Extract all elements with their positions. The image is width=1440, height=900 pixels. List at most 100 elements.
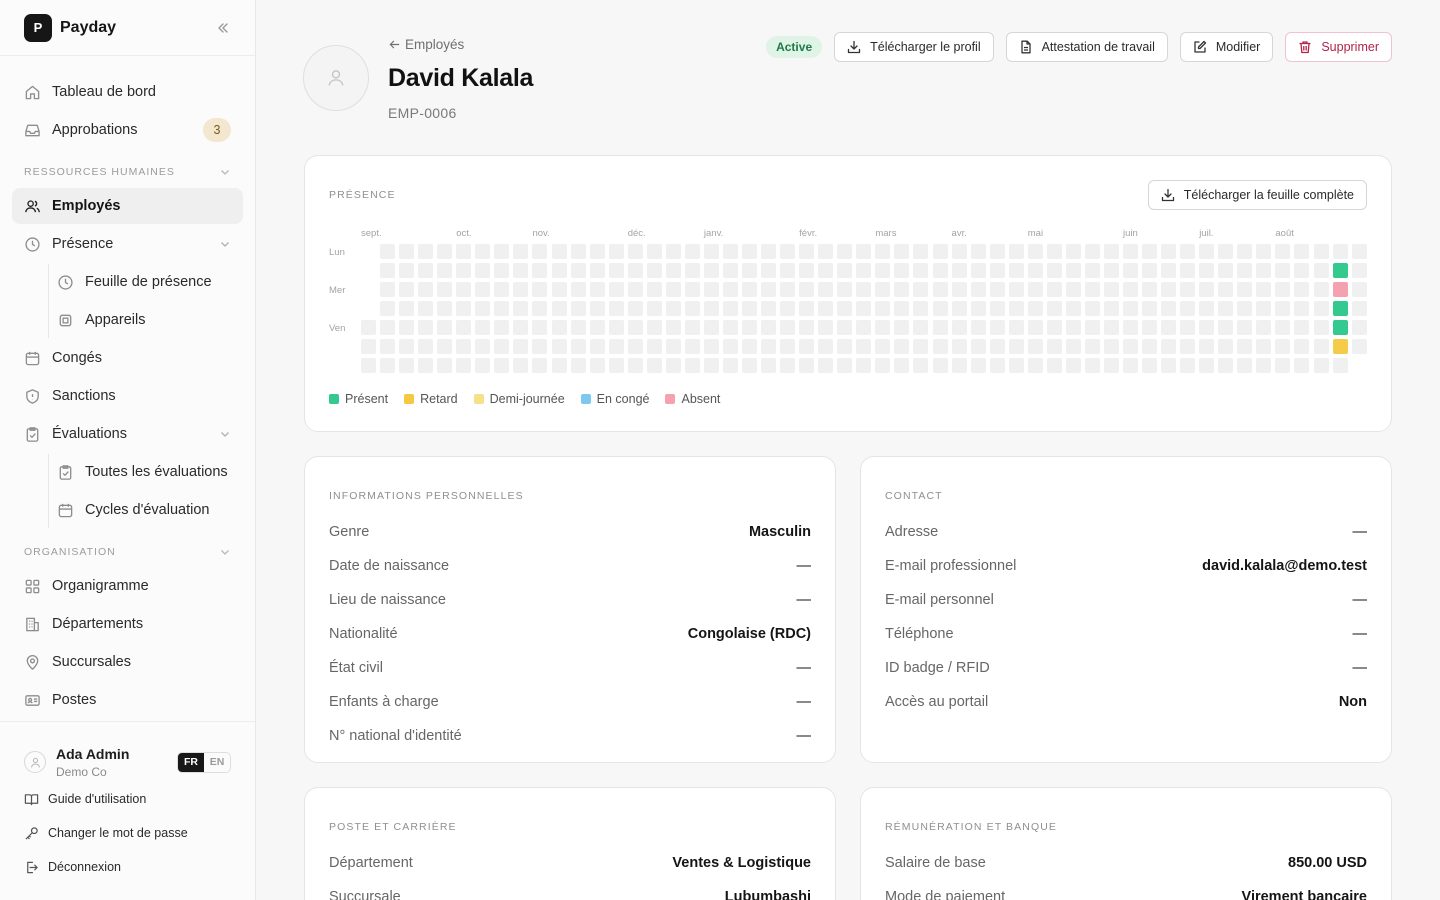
attendance-cell[interactable] xyxy=(1294,282,1310,298)
attendance-cell[interactable] xyxy=(1275,358,1291,374)
attendance-cell[interactable] xyxy=(513,301,529,317)
attendance-cell[interactable] xyxy=(1199,244,1215,259)
attendance-cell[interactable] xyxy=(646,263,662,279)
attendance-cell[interactable] xyxy=(818,320,834,336)
attendance-cell[interactable] xyxy=(932,358,948,374)
attendance-cell[interactable] xyxy=(1065,263,1081,279)
attendance-cell[interactable] xyxy=(722,263,738,279)
attendance-cell[interactable] xyxy=(1046,282,1062,298)
attendance-cell[interactable] xyxy=(627,244,643,259)
attendance-cell[interactable] xyxy=(456,301,472,317)
attendance-cell[interactable] xyxy=(1084,244,1100,259)
attendance-cell[interactable] xyxy=(665,244,681,259)
attendance-cell[interactable] xyxy=(1351,339,1367,355)
download-profile-button[interactable]: Télécharger le profil xyxy=(834,32,994,62)
attendance-cell[interactable] xyxy=(627,301,643,317)
attendance-cell[interactable] xyxy=(1065,282,1081,298)
attendance-cell[interactable] xyxy=(1008,244,1024,259)
attendance-cell[interactable] xyxy=(570,263,586,279)
attendance-cell[interactable] xyxy=(399,339,415,355)
attendance-cell[interactable] xyxy=(532,339,548,355)
attendance-cell[interactable] xyxy=(951,263,967,279)
sidebar-item-org-chart[interactable]: Organigramme xyxy=(12,568,243,604)
attendance-cell[interactable] xyxy=(494,358,510,374)
attendance-cell[interactable] xyxy=(951,320,967,336)
attendance-cell[interactable] xyxy=(380,358,396,374)
attendance-cell[interactable] xyxy=(856,339,872,355)
attendance-cell-present[interactable] xyxy=(1332,263,1348,279)
attendance-cell[interactable] xyxy=(513,282,529,298)
attendance-cell[interactable] xyxy=(703,282,719,298)
attendance-cell[interactable] xyxy=(608,301,624,317)
attendance-cell[interactable] xyxy=(1351,320,1367,336)
attendance-cell[interactable] xyxy=(1142,320,1158,336)
attendance-cell[interactable] xyxy=(1123,320,1138,336)
attendance-cell[interactable] xyxy=(703,244,719,259)
attendance-cell[interactable] xyxy=(1103,263,1119,279)
attendance-cell[interactable] xyxy=(399,320,415,336)
attendance-cell[interactable] xyxy=(1180,301,1196,317)
attendance-cell[interactable] xyxy=(665,282,681,298)
attendance-cell[interactable] xyxy=(1123,358,1138,374)
attendance-cell[interactable] xyxy=(684,263,700,279)
attendance-cell[interactable] xyxy=(1142,339,1158,355)
attendance-cell[interactable] xyxy=(1351,301,1367,317)
attendance-cell[interactable] xyxy=(437,282,453,298)
attendance-cell[interactable] xyxy=(1046,339,1062,355)
guide-link[interactable]: Guide d'utilisation xyxy=(24,782,231,816)
attendance-cell[interactable] xyxy=(475,320,491,336)
attendance-cell[interactable] xyxy=(799,320,815,336)
attendance-cell[interactable] xyxy=(970,320,986,336)
attendance-cell[interactable] xyxy=(589,263,605,279)
attendance-cell[interactable] xyxy=(456,282,472,298)
attendance-cell[interactable] xyxy=(646,282,662,298)
attendance-cell[interactable] xyxy=(799,301,815,317)
attendance-cell[interactable] xyxy=(837,263,853,279)
attendance-cell[interactable] xyxy=(418,244,434,259)
attendance-cell[interactable] xyxy=(1237,282,1253,298)
attendance-cell[interactable] xyxy=(1256,244,1272,259)
attendance-cell[interactable] xyxy=(818,358,834,374)
attendance-cell-late[interactable] xyxy=(1332,339,1348,355)
attendance-cell[interactable] xyxy=(913,320,929,336)
attendance-cell[interactable] xyxy=(532,263,548,279)
attendance-cell[interactable] xyxy=(1199,301,1215,317)
attendance-cell[interactable] xyxy=(1199,358,1215,374)
attendance-cell[interactable] xyxy=(437,244,453,259)
attendance-cell[interactable] xyxy=(494,282,510,298)
attendance-cell[interactable] xyxy=(1218,358,1234,374)
attendance-cell[interactable] xyxy=(742,358,757,374)
lang-fr-button[interactable]: FR xyxy=(178,752,204,772)
sidebar-item-presence[interactable]: Présence xyxy=(12,226,243,262)
attendance-cell[interactable] xyxy=(1218,339,1234,355)
attendance-cell[interactable] xyxy=(951,282,967,298)
attendance-cell[interactable] xyxy=(1123,244,1138,259)
attendance-cell[interactable] xyxy=(1332,358,1348,374)
attendance-cell[interactable] xyxy=(1142,358,1158,374)
attendance-cell[interactable] xyxy=(608,263,624,279)
section-hr[interactable]: RESSOURCES HUMAINES xyxy=(12,162,243,182)
attendance-cell[interactable] xyxy=(570,339,586,355)
attendance-cell[interactable] xyxy=(475,282,491,298)
attendance-cell[interactable] xyxy=(551,358,567,374)
attendance-cell[interactable] xyxy=(761,339,777,355)
attendance-cell[interactable] xyxy=(913,244,929,259)
sidebar-item-branches[interactable]: Succursales xyxy=(12,644,243,680)
attendance-cell[interactable] xyxy=(437,263,453,279)
attendance-cell[interactable] xyxy=(665,263,681,279)
attendance-cell[interactable] xyxy=(951,244,967,259)
attendance-cell[interactable] xyxy=(818,339,834,355)
attendance-cell[interactable] xyxy=(875,282,891,298)
attendance-cell[interactable] xyxy=(780,339,796,355)
attendance-cell[interactable] xyxy=(1103,301,1119,317)
attendance-cell[interactable] xyxy=(1218,244,1234,259)
attendance-cell[interactable] xyxy=(475,263,491,279)
attendance-cell[interactable] xyxy=(1008,339,1024,355)
attendance-cell[interactable] xyxy=(875,320,891,336)
sidebar-item-positions[interactable]: Postes xyxy=(12,682,243,718)
attendance-cell[interactable] xyxy=(1161,301,1177,317)
attendance-cell[interactable] xyxy=(1065,339,1081,355)
attendance-cell[interactable] xyxy=(1313,358,1329,374)
attendance-cell[interactable] xyxy=(494,301,510,317)
attendance-cell[interactable] xyxy=(742,301,757,317)
